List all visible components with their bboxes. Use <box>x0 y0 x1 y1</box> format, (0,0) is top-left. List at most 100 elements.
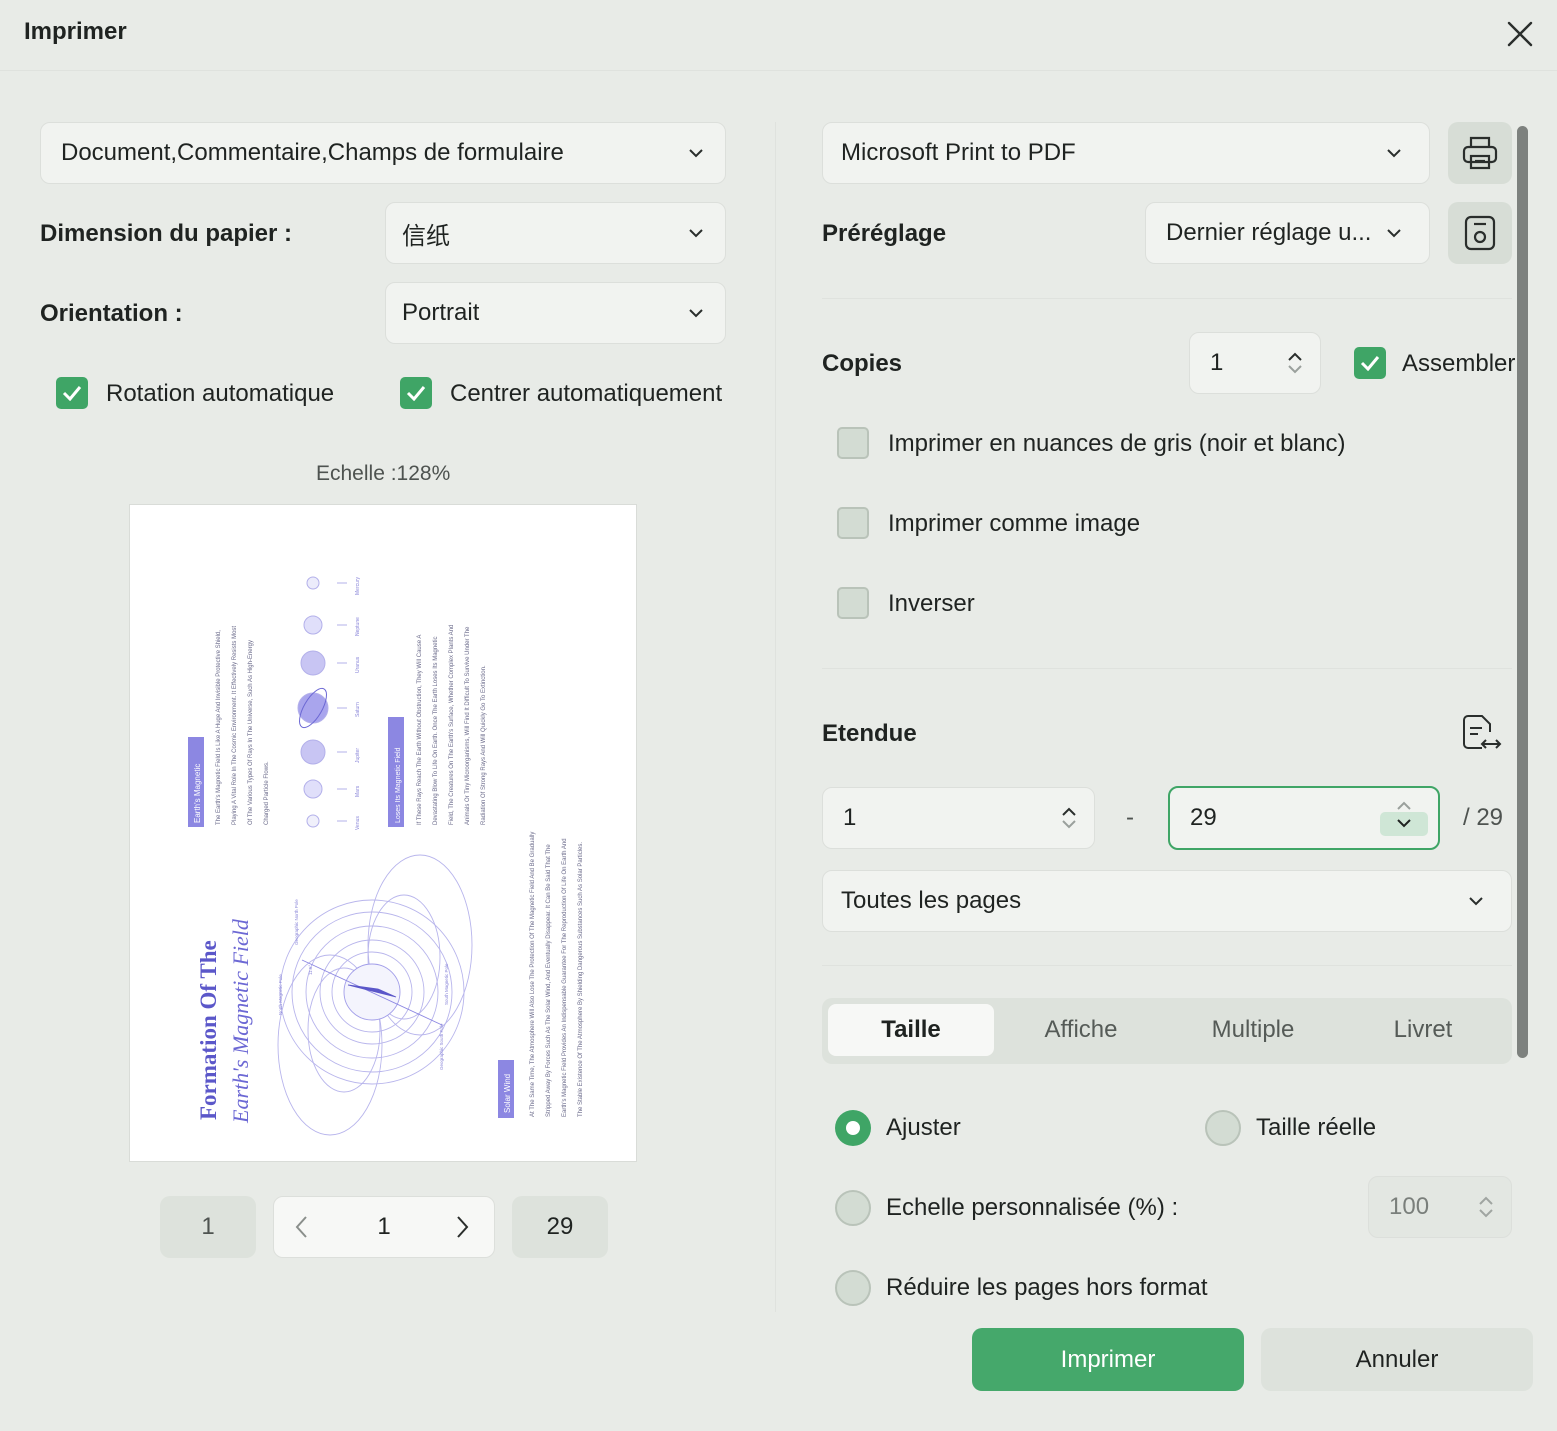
paper-size-select[interactable]: 信纸 <box>385 202 726 264</box>
custom-scale-label: Echelle personnalisée (%) : <box>886 1194 1179 1221</box>
tab-affiche[interactable]: Affiche <box>998 1004 1164 1056</box>
preview-para3-line: Stripped Away By Forces Such As The Sola… <box>546 844 552 1117</box>
copies-value: 1 <box>1210 349 1224 376</box>
copies-stepper[interactable]: 1 <box>1189 332 1321 394</box>
header-divider <box>0 70 1557 71</box>
planet-label: Saturn <box>355 702 361 717</box>
save-preset-button[interactable] <box>1448 202 1512 264</box>
chevron-up-icon[interactable] <box>1397 801 1411 810</box>
range-to-value: 29 <box>1190 804 1217 831</box>
custom-scale-radio[interactable] <box>835 1190 871 1226</box>
fit-radio[interactable] <box>835 1110 871 1146</box>
decrement-button[interactable] <box>1380 811 1428 836</box>
preview-tag-3: Solar Wind <box>503 1074 512 1113</box>
orientation-select[interactable]: Portrait <box>385 282 726 344</box>
next-page-button[interactable] <box>456 1215 470 1244</box>
content-select[interactable]: Document,Commentaire,Champs de formulair… <box>40 122 726 184</box>
preview-para2-line: Animals Or Tiny Microorganisms, Will Fin… <box>465 626 471 825</box>
shrink-radio[interactable] <box>835 1270 871 1306</box>
auto-rotate-checkbox[interactable] <box>56 377 88 409</box>
collate-label: Assembler <box>1402 350 1516 377</box>
chevron-down-icon[interactable] <box>1288 365 1302 374</box>
preset-value: Dernier réglage u... <box>1166 219 1372 246</box>
tab-multiple[interactable]: Multiple <box>1168 1004 1338 1056</box>
save-icon <box>1464 215 1496 251</box>
geo-south-label: Geographic South Pole <box>439 1023 444 1070</box>
planets-diagram <box>297 576 347 828</box>
last-page-button[interactable]: 29 <box>512 1196 608 1258</box>
content-select-value: Document,Commentaire,Champs de formulair… <box>61 139 564 166</box>
page-navigator: 1 <box>273 1196 495 1258</box>
page-preview: Formation Of The Earth's Magnetic Field … <box>129 504 637 1162</box>
actual-size-radio[interactable] <box>1205 1110 1241 1146</box>
chevron-down-icon <box>1385 144 1403 162</box>
chevron-up-icon[interactable] <box>1062 807 1076 816</box>
preview-tag-2: Loses Its Magnetic Field <box>395 747 402 823</box>
preview-title-2: Earth's Magnetic Field <box>228 918 253 1124</box>
planet-label: Mercury <box>355 576 361 595</box>
pages-select-value: Toutes les pages <box>841 887 1022 914</box>
preview-para1-line: Of The Various Types Of Rays In The Univ… <box>248 640 254 825</box>
scrollbar[interactable] <box>1517 126 1528 1058</box>
preview-para3-line: At The Same Time, The Atmosphere Will Al… <box>530 832 536 1117</box>
tab-taille[interactable]: Taille <box>828 1004 994 1056</box>
preview-tag-1: Earth's Magnetic <box>193 764 202 823</box>
chevron-down-icon <box>1385 224 1403 242</box>
section-divider <box>822 965 1512 966</box>
panel-divider <box>775 122 776 1312</box>
custom-scale-input[interactable]: 100 <box>1368 1176 1512 1238</box>
collate-checkbox[interactable] <box>1354 347 1386 379</box>
grayscale-label: Imprimer en nuances de gris (noir et bla… <box>888 430 1346 457</box>
chevron-right-icon <box>457 1216 469 1238</box>
mag-north-label: North Magnetic Pole <box>278 974 283 1015</box>
print-as-image-label: Imprimer comme image <box>888 510 1141 537</box>
preset-select[interactable]: Dernier réglage u... <box>1145 202 1430 264</box>
range-to-stepper[interactable]: 29 <box>1168 786 1440 850</box>
shrink-label: Réduire les pages hors format <box>886 1274 1208 1301</box>
angle-label: 11.5° <box>308 965 313 975</box>
grayscale-checkbox[interactable] <box>837 427 869 459</box>
preview-para2-line: If These Rays Reach The Earth Without Ob… <box>417 635 423 825</box>
check-icon <box>1360 356 1380 371</box>
dialog-title: Imprimer <box>24 18 127 45</box>
range-label: Etendue <box>822 720 917 747</box>
magnetic-field-diagram <box>277 854 473 1136</box>
fit-label: Ajuster <box>886 1114 961 1141</box>
chevron-down-icon[interactable] <box>1479 1209 1493 1218</box>
close-button[interactable] <box>1500 14 1540 54</box>
preview-para2-line: Field, The Creatures On The Earth's Surf… <box>449 625 455 825</box>
range-from-stepper[interactable]: 1 <box>822 787 1095 849</box>
mag-south-label: South Magnetic Pole <box>444 963 449 1005</box>
check-icon <box>406 386 426 401</box>
chevron-down-icon <box>687 304 705 322</box>
printer-icon <box>1462 136 1498 170</box>
section-divider <box>822 668 1512 669</box>
swap-range-button[interactable] <box>1460 714 1502 759</box>
chevron-down-icon <box>1467 892 1485 910</box>
reverse-checkbox[interactable] <box>837 587 869 619</box>
chevron-up-icon[interactable] <box>1479 1196 1493 1205</box>
chevron-down-icon[interactable] <box>1062 820 1076 829</box>
preview-para3-line: Earth's Magnetic Field Provides An Indis… <box>562 838 568 1117</box>
printer-properties-button[interactable] <box>1448 122 1512 184</box>
section-divider <box>822 298 1512 299</box>
printer-select[interactable]: Microsoft Print to PDF <box>822 122 1430 184</box>
auto-center-checkbox[interactable] <box>400 377 432 409</box>
pages-select[interactable]: Toutes les pages <box>822 870 1512 932</box>
printer-value: Microsoft Print to PDF <box>841 139 1076 166</box>
chevron-up-icon[interactable] <box>1288 352 1302 361</box>
print-as-image-checkbox[interactable] <box>837 507 869 539</box>
paper-size-value: 信纸 <box>402 222 450 250</box>
tab-livret[interactable]: Livret <box>1338 1004 1508 1056</box>
preset-label: Préréglage <box>822 220 947 247</box>
first-page-button[interactable]: 1 <box>160 1196 256 1258</box>
planet-label: Neptune <box>355 617 361 636</box>
preview-para1-line: Playing A Vital Role In The Cosmic Envir… <box>232 626 238 825</box>
check-icon <box>62 386 82 401</box>
range-from-value: 1 <box>843 804 857 831</box>
orientation-label: Orientation : <box>40 300 183 327</box>
geo-north-label: Geographic North Pole <box>294 899 299 945</box>
chevron-down-icon <box>687 144 705 162</box>
cancel-button[interactable]: Annuler <box>1261 1328 1533 1391</box>
print-button[interactable]: Imprimer <box>972 1328 1244 1391</box>
